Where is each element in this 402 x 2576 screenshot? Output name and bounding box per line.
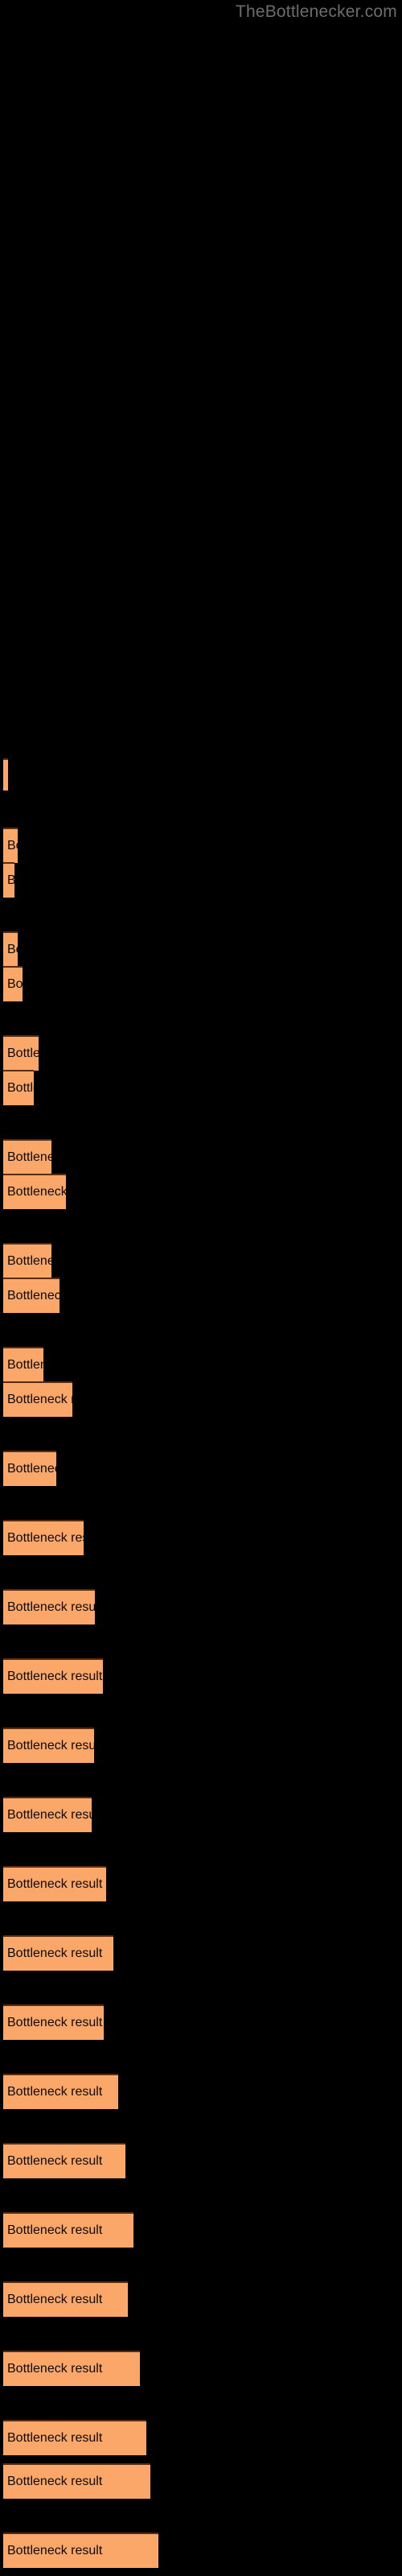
bar-label: Bottleneck result	[7, 873, 14, 888]
bottleneck-bar-chart: TheBottlenecker.com Bottleneck resultBot…	[0, 0, 402, 2576]
bar-8[interactable]: Bottleneck result	[3, 1139, 51, 1174]
bar-row: Bottleneck result	[0, 1381, 402, 1417]
bar-20[interactable]: Bottleneck result	[3, 1866, 106, 1901]
bar-row: Bottleneck result	[0, 1520, 402, 1555]
bar-label: Bottleneck result	[7, 2431, 103, 2445]
bar-label: Bottleneck result	[7, 2475, 103, 2488]
bar-label: Bottleneck result	[7, 1531, 84, 1545]
bar-9[interactable]: Bottleneck result	[3, 1174, 66, 1209]
bar-11[interactable]: Bottleneck result	[3, 1278, 59, 1313]
plot-area: Bottleneck result Bottleneck result Bottle…	[0, 0, 402, 2576]
bar-row: Bottleneck result	[0, 1589, 402, 1624]
bar-row: Bottleneck result	[0, 1935, 402, 1971]
bar-26[interactable]: Bottleneck result	[3, 2281, 128, 2317]
bar-row: Bottleneck result	[0, 1070, 402, 1105]
bar-row: Bottleneck result	[0, 2463, 402, 2499]
bar-row: Bottleneck result	[0, 1174, 402, 1209]
bar-7[interactable]: Bottleneck result	[3, 1070, 34, 1105]
bar-14[interactable]: Bottleneck result	[3, 1451, 56, 1486]
bar-row: Bottleneck result	[0, 966, 402, 1001]
bar-label: Bottleneck result	[7, 2154, 103, 2168]
bar-22[interactable]: Bottleneck result	[3, 2004, 104, 2040]
bar-label: Bottleneck result	[7, 1600, 95, 1614]
bar-row: Bottleneck result	[0, 1139, 402, 1174]
bar-row: Bottleneck result	[0, 1797, 402, 1832]
bar-5[interactable]: Bottleneck result	[3, 966, 23, 1001]
bar-label: Bottleneck result	[7, 768, 8, 782]
bar-label: Bottleneck result	[7, 1254, 51, 1268]
bar-2[interactable]: Bottleneck result	[3, 828, 18, 863]
bar-row: Bottleneck result	[0, 1728, 402, 1763]
bar-row: Bottleneck result	[0, 1658, 402, 1694]
bar-label: Bottleneck result	[7, 1670, 103, 1683]
bar-row: Bottleneck result	[0, 2143, 402, 2178]
bar-27[interactable]: Bottleneck result	[3, 2351, 140, 2386]
bar-label: Bottleneck result	[7, 1739, 94, 1752]
bar-label: Bottleneck result	[7, 2362, 103, 2376]
bar-row: Bottleneck result	[0, 2420, 402, 2455]
bar-29[interactable]: Bottleneck result	[3, 2463, 150, 2499]
bar-label: Bottleneck result	[7, 2293, 103, 2306]
bar-label: Bottleneck result	[7, 1081, 34, 1095]
bar-6[interactable]: Bottleneck result	[3, 1035, 39, 1071]
bar-label: Bottleneck result	[7, 1877, 103, 1891]
bar-row: Bottleneck result	[0, 2533, 402, 2568]
bar-21[interactable]: Bottleneck result	[3, 1935, 113, 1971]
bar-label: Bottleneck result	[7, 2016, 103, 2029]
bar-25[interactable]: Bottleneck result	[3, 2212, 133, 2248]
bar-label: Bottleneck result	[7, 1946, 103, 1960]
bar-label: Bottleneck result	[7, 1289, 59, 1302]
bar-label: Bottleneck result	[7, 2223, 103, 2237]
bar-label: Bottleneck result	[7, 1462, 56, 1476]
bar-label: Bottleneck result	[7, 977, 23, 991]
bar-row: Bottleneck result	[0, 2074, 402, 2109]
bar-17[interactable]: Bottleneck result	[3, 1658, 103, 1694]
bar-row: Bottleneck result	[0, 1347, 402, 1382]
bar-row: Bottleneck result	[0, 1035, 402, 1071]
bar-24[interactable]: Bottleneck result	[3, 2143, 125, 2178]
bar-row: Bottleneck result	[0, 1278, 402, 1313]
bar-18[interactable]: Bottleneck result	[3, 1728, 94, 1763]
bar-13[interactable]: Bottleneck result	[3, 1381, 72, 1417]
bar-row: Bottleneck result	[0, 862, 402, 898]
bar-label: Bottleneck result	[7, 2085, 103, 2099]
bar-row: Bottleneck result	[0, 1866, 402, 1901]
bar-28[interactable]: Bottleneck result	[3, 2420, 146, 2455]
bar-4[interactable]: Bottleneck result	[3, 931, 18, 967]
bar-19[interactable]: Bottleneck result	[3, 1797, 92, 1832]
bar-row: Bottleneck result	[0, 1451, 402, 1486]
bar-row: Bottleneck result	[0, 2351, 402, 2386]
bar-label: Bottleneck result	[7, 1358, 43, 1372]
bar-12[interactable]: Bottleneck result	[3, 1347, 43, 1382]
bar-label: Bottleneck result	[7, 1150, 51, 1164]
bar-label: Bottleneck result	[7, 1046, 39, 1060]
bar-23[interactable]: Bottleneck result	[3, 2074, 118, 2109]
bar-15[interactable]: Bottleneck result	[3, 1520, 84, 1555]
bar-label: Bottleneck result	[7, 1393, 72, 1406]
bar-label: Bottleneck result	[7, 1185, 66, 1199]
bar-1[interactable]: Bottleneck result	[3, 758, 8, 791]
bar-row: Bottleneck result	[0, 828, 402, 863]
bar-row: Bottleneck result	[0, 758, 402, 791]
bar-label: Bottleneck result	[7, 943, 18, 956]
bar-label: Bottleneck result	[7, 839, 18, 852]
bar-label: Bottleneck result	[7, 2544, 103, 2557]
bar-30[interactable]: Bottleneck result	[3, 2533, 158, 2568]
bar-row: Bottleneck result	[0, 2212, 402, 2248]
bar-label: Bottleneck result	[7, 1808, 92, 1822]
bar-row: Bottleneck result	[0, 2281, 402, 2317]
bar-3[interactable]: Bottleneck result	[3, 862, 14, 898]
bar-16[interactable]: Bottleneck result	[3, 1589, 95, 1624]
bar-row: Bottleneck result	[0, 1243, 402, 1278]
bar-10[interactable]: Bottleneck result	[3, 1243, 51, 1278]
bar-row: Bottleneck result	[0, 931, 402, 967]
bar-row: Bottleneck result	[0, 2004, 402, 2040]
